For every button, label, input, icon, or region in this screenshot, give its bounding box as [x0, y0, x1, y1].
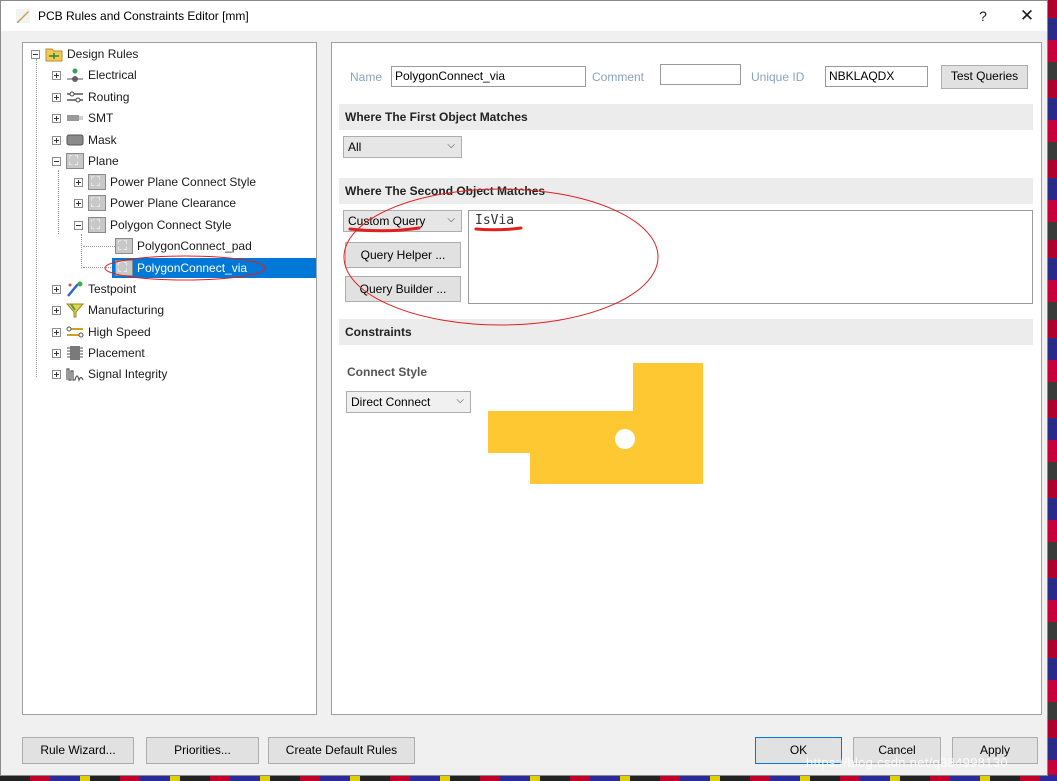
placement-icon: [67, 346, 83, 360]
tree-item-electrical[interactable]: Electrical: [52, 65, 137, 85]
connect-style-select-value: Direct Connect: [351, 395, 431, 409]
expand-icon[interactable]: [52, 348, 61, 358]
connect-style-select[interactable]: Direct Connect ⌵: [346, 391, 471, 413]
expand-icon[interactable]: [52, 135, 61, 145]
tree-item-label: High Speed: [88, 325, 151, 339]
tree-item-signal-integrity[interactable]: Signal Integrity: [52, 364, 167, 384]
constraints-heading: Constraints: [339, 319, 1033, 345]
first-object-select[interactable]: All ⌵: [343, 136, 462, 158]
tree-item-routing[interactable]: Routing: [52, 87, 129, 107]
electrical-icon: [67, 68, 83, 82]
tree-item-label: PolygonConnect_via: [137, 261, 248, 275]
pcb-canvas-background: [1047, 0, 1057, 781]
watermark-text: https://blog.csdn.net/q384998130: [806, 755, 1008, 770]
tree-item-polygon-connect-style[interactable]: Polygon Connect Style: [74, 215, 231, 235]
tree-item-label: Manufacturing: [88, 303, 165, 317]
tree-item-label: Signal Integrity: [88, 367, 168, 381]
tree-item-high-speed[interactable]: High Speed: [52, 322, 151, 342]
expand-icon[interactable]: [52, 305, 61, 315]
tree-item-label: Power Plane Clearance: [110, 196, 237, 210]
folder-rules-icon: [45, 48, 63, 62]
tree-item-label: Placement: [88, 346, 145, 360]
expand-icon[interactable]: [52, 327, 61, 337]
tree-item-label: Plane: [88, 154, 119, 168]
comment-field[interactable]: [660, 64, 741, 85]
window-title: PCB Rules and Constraints Editor [mm]: [38, 9, 249, 23]
tree-item-manufacturing[interactable]: Manufacturing: [52, 300, 164, 320]
plane-rule-icon: [88, 217, 106, 233]
first-object-heading: Where The First Object Matches: [339, 104, 1033, 130]
name-field[interactable]: PolygonConnect_via: [391, 66, 586, 87]
rules-editor-dialog: PCB Rules and Constraints Editor [mm] ? …: [0, 0, 1048, 776]
first-object-select-value: All: [348, 140, 362, 154]
tree-item-label: Polygon Connect Style: [110, 218, 232, 232]
chevron-down-icon: ⌵: [456, 395, 464, 406]
title-bar: PCB Rules and Constraints Editor [mm] ? …: [1, 1, 1047, 31]
tree-item-label: Testpoint: [88, 282, 137, 296]
tree-item-power-plane-clearance[interactable]: Power Plane Clearance: [74, 193, 236, 213]
tree-item-label: Power Plane Connect Style: [110, 175, 257, 189]
plane-rule-icon: [115, 260, 133, 276]
expand-icon[interactable]: [52, 113, 61, 123]
help-button[interactable]: ?: [973, 6, 993, 26]
tree-item-mask[interactable]: Mask: [52, 130, 117, 150]
expand-icon[interactable]: [74, 198, 83, 208]
tree-item-label: Routing: [88, 90, 130, 104]
smt-icon: [67, 115, 83, 121]
rule-wizard-button[interactable]: Rule Wizard...: [22, 737, 134, 764]
close-button[interactable]: ✕: [1013, 5, 1041, 27]
high-speed-icon: [66, 326, 84, 338]
tree-item-power-plane-connect-style[interactable]: Power Plane Connect Style: [74, 172, 256, 192]
signal-integrity-icon: [66, 368, 84, 382]
tree-item-polygonconnect-pad[interactable]: PolygonConnect_pad: [115, 236, 252, 256]
expand-icon[interactable]: [52, 369, 61, 379]
tree-item-polygonconnect-via[interactable]: PolygonConnect_via: [115, 258, 247, 278]
tree-item-design-rules[interactable]: Design Rules: [31, 44, 138, 64]
unique-id-label: Unique ID: [751, 70, 805, 84]
tree-item-label: SMT: [88, 111, 114, 125]
tree-item-label: Mask: [88, 133, 117, 147]
manufacturing-icon: [66, 303, 84, 318]
query-helper-button[interactable]: Query Helper ...: [345, 242, 461, 268]
direct-connect-preview: [488, 363, 703, 484]
expand-icon[interactable]: [52, 92, 61, 102]
comment-label: Comment: [592, 70, 645, 84]
plane-rule-icon: [115, 238, 133, 254]
tree-item-plane[interactable]: Plane: [52, 151, 119, 171]
plane-icon: [66, 153, 84, 169]
priorities-button[interactable]: Priorities...: [146, 737, 259, 764]
collapse-icon[interactable]: [74, 220, 83, 230]
chevron-down-icon: ⌵: [447, 214, 455, 225]
expand-icon[interactable]: [74, 177, 83, 187]
second-object-heading: Where The Second Object Matches: [339, 178, 1033, 204]
plane-rule-icon: [88, 195, 106, 211]
name-label: Name: [350, 70, 383, 84]
tree-item-smt[interactable]: SMT: [52, 108, 113, 128]
tree-item-label: Design Rules: [67, 47, 139, 61]
tree-item-label: PolygonConnect_pad: [137, 239, 252, 253]
unique-id-field[interactable]: NBKLAQDX: [825, 66, 928, 87]
create-default-rules-button[interactable]: Create Default Rules: [268, 737, 415, 764]
testpoint-icon: [67, 281, 83, 297]
expand-icon[interactable]: [52, 70, 61, 80]
chevron-down-icon: ⌵: [447, 140, 455, 151]
mask-icon: [66, 134, 84, 146]
connect-style-label: Connect Style: [347, 365, 428, 379]
query-builder-button[interactable]: Query Builder ...: [345, 276, 461, 302]
query-text-area[interactable]: IsVia: [468, 210, 1033, 304]
app-icon: [16, 9, 30, 23]
rules-tree: Design Rules Electrical Routing SMT Mask…: [22, 42, 317, 715]
expand-icon[interactable]: [52, 284, 61, 294]
tree-item-testpoint[interactable]: Testpoint: [52, 279, 136, 299]
test-queries-button[interactable]: Test Queries: [941, 65, 1028, 89]
tree-item-placement[interactable]: Placement: [52, 343, 145, 363]
second-object-select-value: Custom Query: [348, 214, 426, 228]
second-object-select[interactable]: Custom Query ⌵: [343, 210, 462, 232]
collapse-icon[interactable]: [31, 49, 40, 59]
routing-icon: [67, 91, 83, 103]
plane-rule-icon: [88, 174, 106, 190]
tree-item-label: Electrical: [88, 68, 137, 82]
collapse-icon[interactable]: [52, 156, 61, 166]
